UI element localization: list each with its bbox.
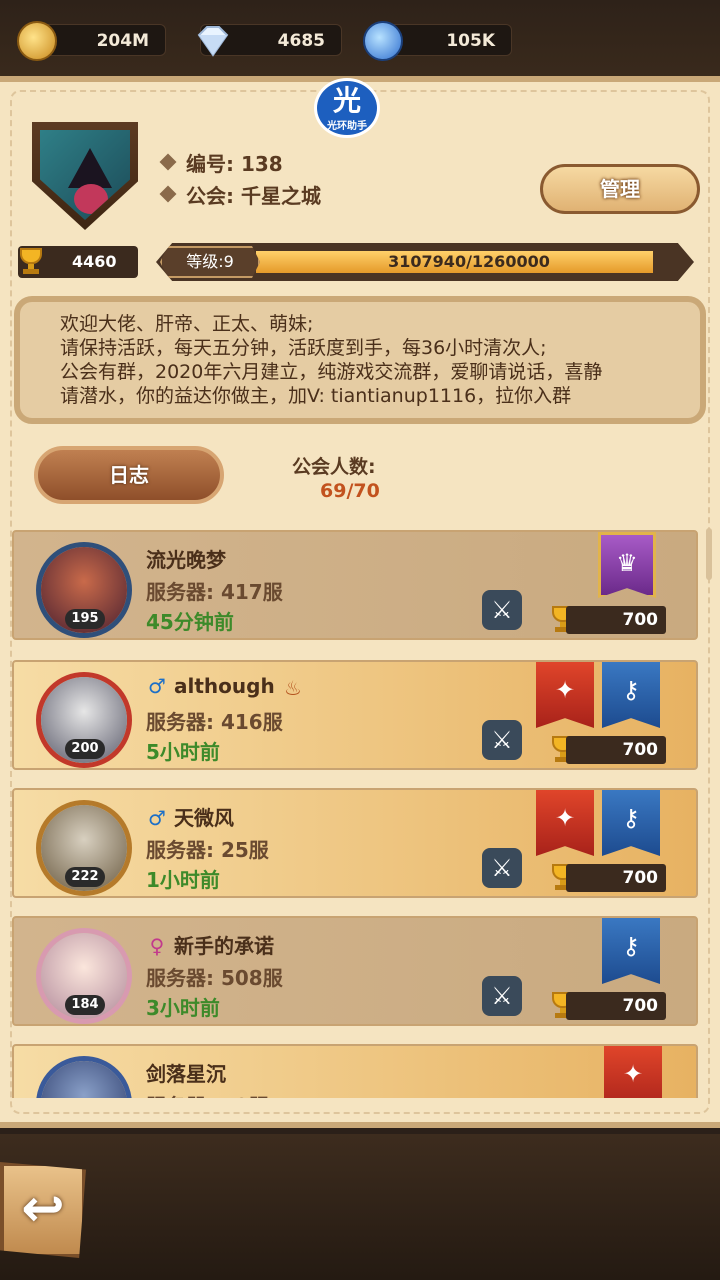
crossed-swords-icon[interactable]: ⚔ xyxy=(482,976,522,1016)
red-banner-icon: ✦ xyxy=(536,790,594,856)
avatar[interactable]: 195 xyxy=(36,542,132,638)
manage-button[interactable]: 管理 xyxy=(540,164,700,214)
diamond-value: 4685 xyxy=(277,31,325,51)
guild-id: 编号: 138 xyxy=(159,148,283,177)
guild-notice: 欢迎大佬、肝帝、正太、萌妹; 请保持活跃，每天五分钟，活跃度到手，每36小时清次… xyxy=(14,296,706,424)
member-score: 700 xyxy=(566,736,666,764)
member-name: ♀ 新手的承诺 xyxy=(146,930,274,959)
member-name: 剑落星沉 xyxy=(146,1062,226,1086)
gold-value: 204M xyxy=(96,31,149,51)
red-banner-icon: ✦ xyxy=(604,1046,662,1098)
crown-banner-icon: ♛ xyxy=(598,532,656,598)
gold-counter[interactable]: 204M xyxy=(17,21,166,61)
diamond-bullet-icon xyxy=(159,153,177,171)
member-score: 700 xyxy=(566,992,666,1020)
orb-value: 105K xyxy=(446,31,495,51)
blue-banner-icon: ⚷ xyxy=(602,918,660,984)
exp-text: 3107940/1260000 xyxy=(388,252,550,271)
orb-counter[interactable]: 105K xyxy=(363,21,512,61)
member-server: 服务器: 49服 xyxy=(146,1090,269,1098)
member-count: 69/70 xyxy=(320,480,380,502)
member-name: 流光晚梦 xyxy=(146,548,226,572)
back-button[interactable]: ↩ xyxy=(0,1162,86,1258)
trophy-icon xyxy=(16,248,46,274)
currency-bar: 204M 4685 105K xyxy=(0,0,720,80)
member-server: 服务器: 25服 xyxy=(146,838,269,862)
male-icon: ♂ xyxy=(148,806,166,830)
notice-line: 请保持活跃，每天五分钟，活跃度到手，每36小时清次人; xyxy=(60,337,547,359)
member-count-label: 公会人数: xyxy=(292,456,376,478)
blue-banner-icon: ⚷ xyxy=(602,790,660,856)
member-row[interactable]: 184 ♀ 新手的承诺 服务器: 508服 3小时前 ⚔ 700 ⚷ xyxy=(12,916,698,1026)
flame-badge-icon: ♨ xyxy=(284,676,302,700)
crossed-swords-icon[interactable]: ⚔ xyxy=(482,720,522,760)
member-score: 700 xyxy=(566,864,666,892)
notice-line: 请潜水，你的益达你做主，加V: tiantianup1116，拉你入群 xyxy=(60,385,572,407)
member-name: ♂ although xyxy=(146,674,275,698)
crossed-swords-icon[interactable]: ⚔ xyxy=(482,590,522,630)
female-icon: ♀ xyxy=(149,934,165,958)
watermark-logo: 光 光环助手 xyxy=(314,78,380,138)
member-last-online: 45分钟前 xyxy=(146,610,234,634)
member-row[interactable]: 200 ♂ although ♨ 服务器: 416服 5小时前 ⚔ 700 ✦ ⚷ xyxy=(12,660,698,770)
bottom-bar xyxy=(0,1134,720,1280)
avatar[interactable]: 200 xyxy=(36,672,132,768)
member-list[interactable]: 195 流光晚梦 服务器: 417服 45分钟前 ⚔ 700 ♛ 200 ♂ al… xyxy=(12,530,702,1098)
diamond-icon xyxy=(193,21,233,61)
back-arrow-icon: ↩ xyxy=(21,1179,65,1239)
gold-coin-icon xyxy=(17,21,57,61)
crossed-swords-icon[interactable]: ⚔ xyxy=(482,848,522,888)
guild-trophies: 4460 xyxy=(18,246,138,278)
notice-line: 欢迎大佬、肝帝、正太、萌妹; xyxy=(60,313,314,335)
red-banner-icon: ✦ xyxy=(536,662,594,728)
log-button[interactable]: 日志 xyxy=(34,446,224,504)
member-row[interactable]: 195 流光晚梦 服务器: 417服 45分钟前 ⚔ 700 ♛ xyxy=(12,530,698,640)
member-row[interactable]: 剑落星沉 服务器: 49服 ✦ xyxy=(12,1044,698,1098)
guild-name: 公会: 千星之城 xyxy=(159,180,321,209)
avatar[interactable]: 184 xyxy=(36,928,132,1024)
member-name: ♂ 天微风 xyxy=(146,802,234,831)
notice-line: 公会有群，2020年六月建立，纯游戏交流群，爱聊请说话，喜静 xyxy=(60,361,603,383)
guild-level-bar: 等级:9 3107940/1260000 xyxy=(156,243,694,281)
blue-orb-icon xyxy=(363,21,403,61)
diamond-counter[interactable]: 4685 xyxy=(197,24,342,57)
member-server: 服务器: 508服 xyxy=(146,966,283,990)
level-tag: 等级:9 xyxy=(160,246,260,278)
member-last-online: 3小时前 xyxy=(146,996,220,1020)
diamond-bullet-icon xyxy=(159,185,177,203)
member-last-online: 5小时前 xyxy=(146,740,220,764)
list-scrollbar[interactable] xyxy=(706,528,712,580)
avatar[interactable]: 222 xyxy=(36,800,132,896)
member-score: 700 xyxy=(566,606,666,634)
male-icon: ♂ xyxy=(148,674,166,698)
member-server: 服务器: 417服 xyxy=(146,580,283,604)
avatar[interactable] xyxy=(36,1056,132,1098)
member-server: 服务器: 416服 xyxy=(146,710,283,734)
member-last-online: 1小时前 xyxy=(146,868,220,892)
member-row[interactable]: 222 ♂ 天微风 服务器: 25服 1小时前 ⚔ 700 ✦ ⚷ xyxy=(12,788,698,898)
blue-banner-icon: ⚷ xyxy=(602,662,660,728)
witch-hat-icon xyxy=(68,148,112,188)
